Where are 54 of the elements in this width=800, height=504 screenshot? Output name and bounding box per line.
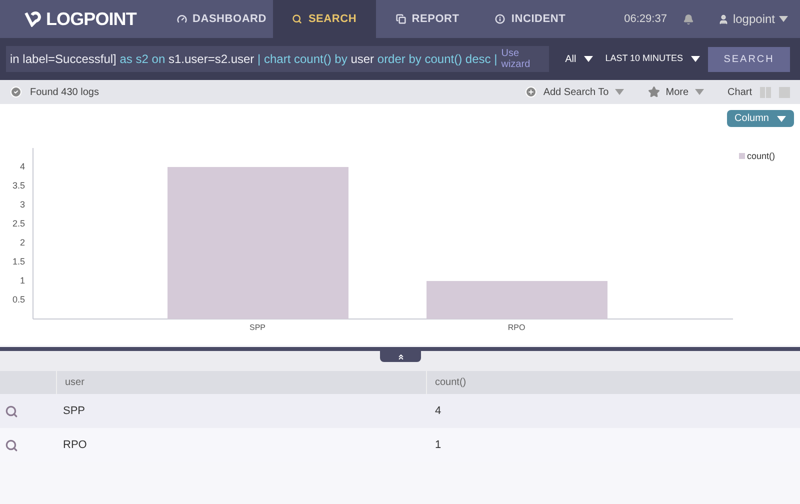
caret-icon bbox=[777, 116, 786, 122]
query-text: in label=Successful] as s2 on s1.user=s2.user | chart count() by user order by count() desc | bbox=[10, 51, 498, 68]
nav-tab[interactable]: SEARCH bbox=[273, 0, 376, 38]
caret-icon bbox=[614, 89, 624, 95]
y-tick-label: 2.5 bbox=[12, 218, 25, 228]
y-tick-label: 1.5 bbox=[12, 256, 25, 266]
user-icon bbox=[718, 14, 729, 24]
legend-label: count() bbox=[747, 151, 776, 161]
chevrons-up-icon bbox=[396, 352, 404, 360]
y-tick-label: 3.5 bbox=[12, 180, 25, 190]
clock-time: 06:29:37 bbox=[624, 12, 667, 27]
y-tick-label: 3 bbox=[20, 199, 25, 210]
nav-tab[interactable]: INCIDENT bbox=[479, 0, 582, 38]
repository-dropdown[interactable]: All bbox=[565, 52, 594, 66]
x-tick-label: RPO bbox=[508, 323, 526, 332]
time-range-dropdown[interactable]: LAST 10 MINUTES bbox=[605, 52, 700, 66]
x-tick-label: SPP bbox=[250, 323, 266, 332]
caret-icon bbox=[691, 56, 700, 62]
more-button[interactable]: More bbox=[648, 84, 704, 100]
add-search-button[interactable]: Add Search To bbox=[525, 84, 624, 100]
view-label: Chart bbox=[728, 86, 752, 100]
copy-icon bbox=[396, 14, 406, 24]
y-tick-label: 4 bbox=[20, 161, 25, 172]
user-menu[interactable]: logpoint bbox=[718, 10, 788, 28]
y-tick-label: 0.5 bbox=[12, 294, 25, 304]
y-tick-label: 1 bbox=[20, 275, 25, 286]
nav-tab[interactable]: DASHBOARD bbox=[170, 0, 273, 38]
search-button[interactable]: SEARCH bbox=[708, 46, 790, 72]
table-cell-text: RPO bbox=[62, 438, 88, 453]
gauge-icon bbox=[176, 14, 186, 24]
info-icon bbox=[495, 14, 506, 24]
collapse-button[interactable] bbox=[380, 351, 421, 362]
plus-icon bbox=[525, 86, 538, 98]
table-cell-text: 1 bbox=[434, 438, 442, 453]
check-icon bbox=[10, 86, 22, 98]
nav-tab[interactable]: REPORT bbox=[376, 0, 479, 38]
caret-icon bbox=[779, 16, 788, 22]
caret-icon bbox=[584, 56, 594, 62]
wizard-link[interactable]: Use wizard bbox=[501, 48, 530, 70]
bell-icon[interactable] bbox=[682, 14, 694, 24]
column-header: count() bbox=[435, 376, 466, 390]
caret-icon bbox=[694, 89, 704, 95]
y-tick-label: 2 bbox=[20, 237, 25, 248]
table-cell-text: 4 bbox=[434, 404, 442, 419]
table-cell-text: SPP bbox=[62, 404, 86, 419]
logo-icon bbox=[24, 11, 42, 27]
star-icon bbox=[648, 86, 660, 98]
search-icon bbox=[292, 14, 302, 24]
status-text: Found 430 logs bbox=[30, 86, 99, 100]
search-icon[interactable] bbox=[5, 404, 18, 418]
search-icon[interactable] bbox=[5, 438, 18, 452]
logo-text: LOGPOINT bbox=[46, 8, 136, 30]
column-header: user bbox=[65, 376, 84, 390]
chart-type-dropdown[interactable]: Column bbox=[726, 110, 794, 127]
